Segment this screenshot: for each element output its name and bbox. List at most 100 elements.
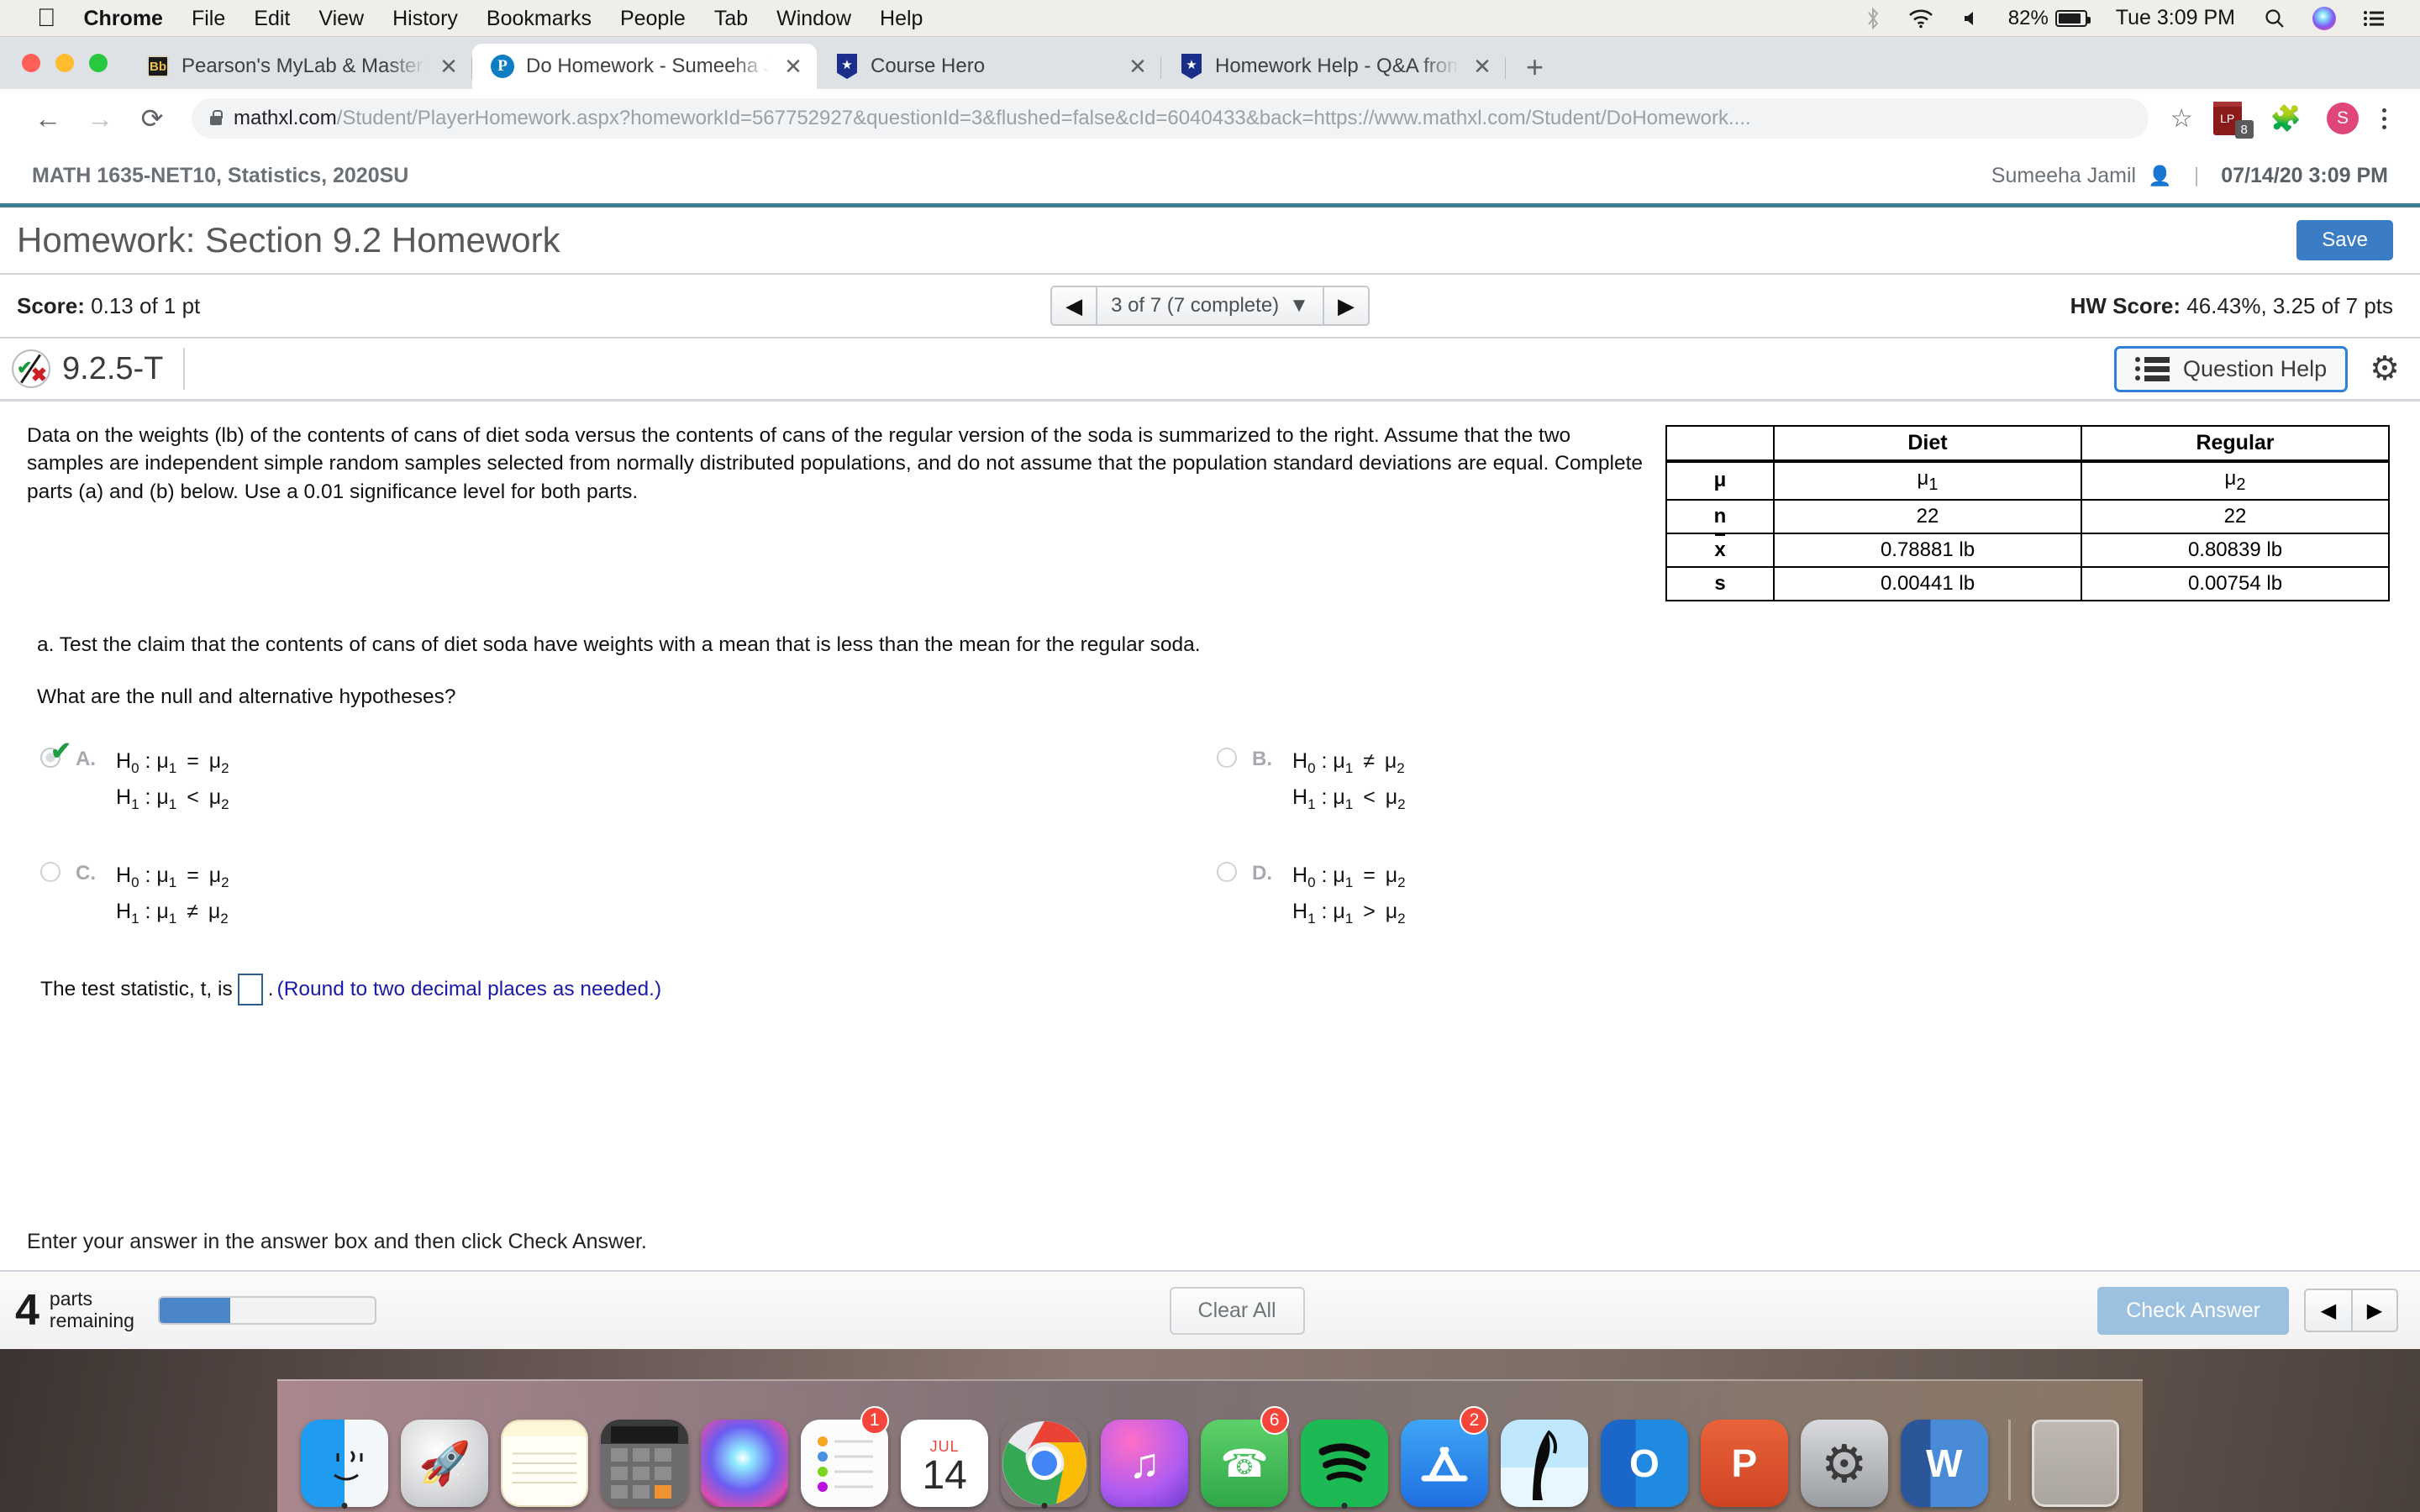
close-tab-4-icon[interactable]: ✕ bbox=[1470, 54, 1494, 80]
browser-tab-2[interactable]: P Do Homework - Sumeeha Jami ✕ bbox=[472, 44, 817, 89]
question-bar-separator bbox=[183, 348, 186, 390]
dock-item-facetime[interactable]: ☎ 6 bbox=[1199, 1406, 1291, 1507]
dock-item-system-preferences[interactable]: ⚙ bbox=[1798, 1408, 1890, 1507]
nav-previous-button[interactable]: ◀ bbox=[2306, 1290, 2351, 1331]
window-traffic-lights[interactable] bbox=[22, 54, 108, 72]
menu-item-edit[interactable]: Edit bbox=[239, 0, 304, 37]
menubar-clock[interactable]: Tue 3:09 PM bbox=[2101, 6, 2250, 30]
dock-item-calendar[interactable]: JUL 14 bbox=[899, 1408, 991, 1507]
save-button[interactable]: Save bbox=[2296, 220, 2393, 260]
choice-c-radio-wrap[interactable] bbox=[40, 858, 76, 883]
menu-item-window[interactable]: Window bbox=[762, 0, 865, 37]
check-answer-button[interactable]: Check Answer bbox=[2097, 1286, 2289, 1335]
choice-b-h0: H0 : μ1 ≠ μ2 bbox=[1292, 748, 1405, 776]
choice-b-h1: H1 : μ1 < μ2 bbox=[1292, 785, 1406, 813]
address-bar[interactable]: mathxl.com/Student/PlayerHomework.aspx?h… bbox=[192, 98, 2149, 139]
back-arrow-icon[interactable]: ← bbox=[22, 103, 74, 134]
menu-item-tab[interactable]: Tab bbox=[700, 0, 762, 37]
test-statistic-row: The test statistic, t, is . (Round to tw… bbox=[40, 973, 2403, 1005]
maximize-window-button[interactable] bbox=[89, 54, 108, 72]
cell-xbar-regular: 0.80839 lb bbox=[2081, 532, 2390, 568]
dock-item-ibooks[interactable] bbox=[1498, 1408, 1590, 1507]
hw-score-label: HW Score: bbox=[2070, 292, 2181, 318]
chevron-down-icon[interactable]: ▼ bbox=[1289, 294, 1309, 318]
question-help-button[interactable]: Question Help bbox=[2114, 345, 2349, 392]
question-pager[interactable]: ◀ 3 of 7 (7 complete) ▼ ▶ bbox=[1050, 286, 1370, 326]
dock-item-calculator[interactable] bbox=[599, 1408, 691, 1507]
star-icon[interactable]: ☆ bbox=[2157, 104, 2207, 134]
dock-item-finder[interactable] bbox=[299, 1408, 391, 1509]
page-title: Homework: Section 9.2 Homework bbox=[17, 220, 560, 260]
menu-item-people[interactable]: People bbox=[606, 0, 700, 37]
nav-next-button[interactable]: ▶ bbox=[2351, 1290, 2396, 1331]
parts-remaining-count: 4 bbox=[15, 1286, 39, 1335]
next-question-button[interactable]: ▶ bbox=[1322, 287, 1368, 324]
dock-item-reminders[interactable]: 1 bbox=[799, 1406, 891, 1507]
choice-a-h1: H1 : μ1 < μ2 bbox=[116, 785, 229, 813]
cell-s-regular: 0.00754 lb bbox=[2081, 565, 2390, 601]
clear-all-button[interactable]: Clear All bbox=[1169, 1286, 1305, 1335]
close-tab-2-icon[interactable]: ✕ bbox=[781, 54, 805, 80]
question-id: 9.2.5-T bbox=[62, 350, 164, 386]
menu-item-file[interactable]: File bbox=[177, 0, 239, 37]
reload-icon[interactable]: ⟳ bbox=[126, 102, 178, 134]
browser-tab-1[interactable]: Bb Pearson's MyLab & Mastering - ✕ bbox=[128, 44, 472, 89]
dock-item-launchpad[interactable]: 🚀 bbox=[399, 1408, 491, 1507]
gear-icon[interactable]: ⚙ bbox=[2370, 349, 2400, 388]
control-center-icon[interactable] bbox=[2349, 10, 2398, 27]
choice-d-radio[interactable] bbox=[1217, 862, 1237, 883]
dock-item-powerpoint[interactable]: P bbox=[1698, 1408, 1790, 1507]
spotlight-search-icon[interactable] bbox=[2250, 8, 2299, 29]
menu-item-help[interactable]: Help bbox=[865, 0, 937, 37]
menu-item-view[interactable]: View bbox=[304, 0, 378, 37]
choice-c[interactable]: C. H0 : μ1 = μ2 H1 : μ1 ≠ μ2 bbox=[40, 858, 1217, 931]
address-bar-url: mathxl.com/Student/PlayerHomework.aspx?h… bbox=[234, 107, 1751, 130]
choice-b-radio-wrap[interactable] bbox=[1217, 744, 1252, 768]
minimize-window-button[interactable] bbox=[55, 54, 74, 72]
dock-item-itunes[interactable]: ♫ bbox=[1099, 1408, 1191, 1507]
list-icon bbox=[2135, 356, 2170, 381]
dock-item-notes[interactable] bbox=[499, 1408, 591, 1507]
siri-icon[interactable] bbox=[2299, 6, 2349, 30]
menu-item-chrome[interactable]: Chrome bbox=[70, 0, 177, 37]
previous-question-button[interactable]: ◀ bbox=[1052, 287, 1098, 324]
browser-tab-3[interactable]: ★ Course Hero ✕ bbox=[817, 44, 1161, 89]
avatar[interactable]: S bbox=[2327, 102, 2359, 134]
dock-item-spotify[interactable] bbox=[1299, 1408, 1391, 1509]
extension-icon[interactable]: LP 8 bbox=[2212, 100, 2254, 139]
close-window-button[interactable] bbox=[22, 54, 40, 72]
choice-b-radio[interactable] bbox=[1217, 747, 1237, 768]
person-icon[interactable]: 👤 bbox=[2148, 165, 2172, 187]
dock-item-siri[interactable] bbox=[699, 1408, 791, 1507]
three-dot-menu-icon[interactable] bbox=[2370, 108, 2398, 129]
dock-item-trash[interactable] bbox=[2029, 1408, 2121, 1507]
dock-item-chrome[interactable] bbox=[999, 1408, 1091, 1509]
choice-d[interactable]: D. H0 : μ1 = μ2 H1 : μ1 > μ2 bbox=[1217, 858, 2403, 931]
battery-status[interactable]: 82% bbox=[1995, 0, 2101, 37]
choice-b[interactable]: B. H0 : μ1 ≠ μ2 H1 : μ1 < μ2 bbox=[1217, 744, 2403, 816]
menu-item-history[interactable]: History bbox=[378, 0, 472, 37]
menu-item-bookmarks[interactable]: Bookmarks bbox=[472, 0, 606, 37]
choice-c-radio[interactable] bbox=[40, 862, 60, 883]
choice-d-radio-wrap[interactable] bbox=[1217, 858, 1252, 883]
apple-menu-icon[interactable]:  bbox=[24, 3, 70, 34]
dock-item-word[interactable]: W bbox=[1898, 1408, 1990, 1507]
bluetooth-icon[interactable] bbox=[1852, 7, 1894, 30]
close-tab-3-icon[interactable]: ✕ bbox=[1126, 54, 1150, 80]
browser-tab-4[interactable]: ★ Homework Help - Q&A from On ✕ bbox=[1161, 44, 1506, 89]
table-header-row: Diet Regular bbox=[1665, 425, 2390, 463]
correct-check-icon: ✔ bbox=[50, 737, 72, 765]
new-tab-button[interactable]: + bbox=[1526, 52, 1544, 82]
close-tab-1-icon[interactable]: ✕ bbox=[437, 54, 460, 80]
question-selector[interactable]: 3 of 7 (7 complete) ▼ bbox=[1097, 287, 1323, 324]
dock-item-outlook[interactable]: O bbox=[1598, 1408, 1690, 1507]
choice-a-radio-wrap[interactable]: ✔ bbox=[40, 738, 76, 768]
wifi-icon[interactable] bbox=[1894, 8, 1948, 29]
dock-item-app-store[interactable]: 2 bbox=[1398, 1406, 1490, 1507]
puzzle-piece-icon[interactable]: 🧩 bbox=[2257, 104, 2315, 134]
volume-icon[interactable] bbox=[1948, 8, 1995, 29]
question-nav[interactable]: ◀ ▶ bbox=[2304, 1289, 2398, 1332]
choice-a[interactable]: ✔ A. H0 : μ1 = μ2 H1 : μ1 < μ2 bbox=[40, 738, 1217, 816]
test-statistic-input[interactable] bbox=[237, 973, 263, 1005]
forward-arrow-icon[interactable]: → bbox=[74, 103, 126, 134]
